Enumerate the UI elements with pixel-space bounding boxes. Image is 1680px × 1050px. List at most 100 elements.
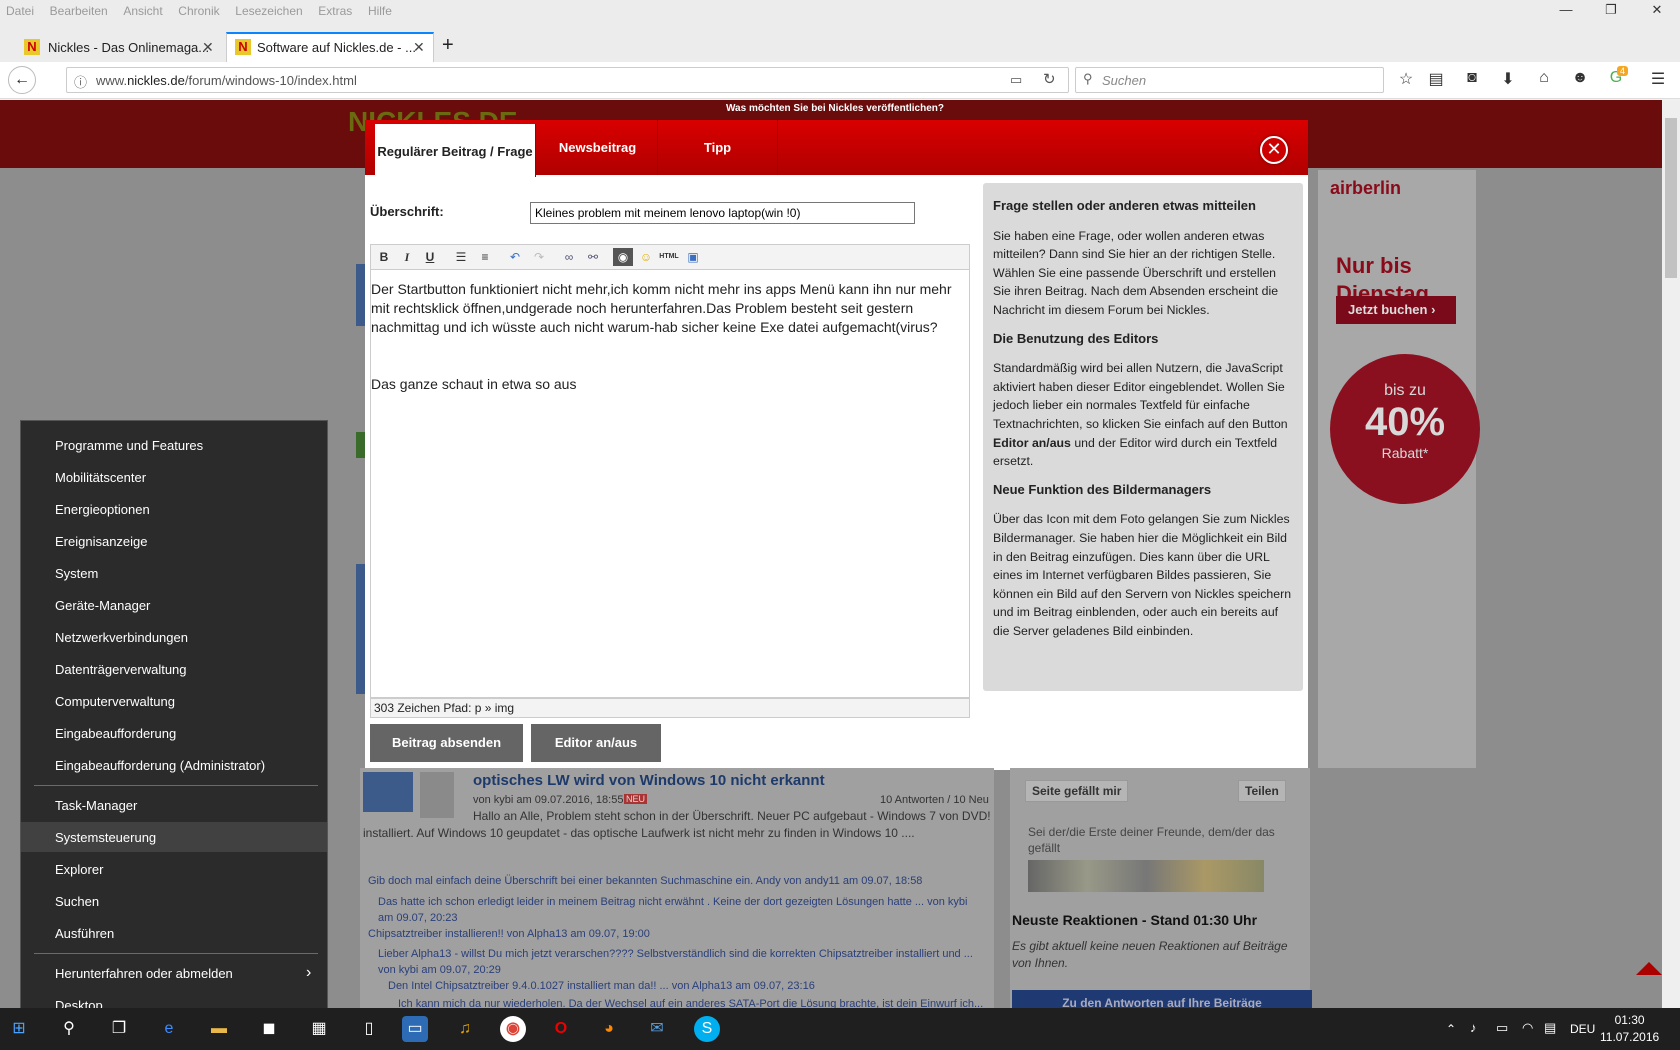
tab-tip[interactable]: Tipp xyxy=(658,120,778,175)
menu-chronik[interactable]: Chronik xyxy=(178,4,219,18)
menu-item-shutdown[interactable]: Herunterfahren oder abmelden xyxy=(21,958,327,988)
firefox-icon[interactable]: ◕ xyxy=(596,1016,622,1042)
menu-item-mobility[interactable]: Mobilitätscenter xyxy=(21,462,327,492)
reply-5[interactable]: Den Intel Chipsatztreiber 9.4.0.1027 ins… xyxy=(388,980,815,992)
bookmark-star-icon[interactable]: ☆ xyxy=(1394,69,1418,89)
like-button[interactable]: Seite gefällt mir xyxy=(1025,780,1129,802)
html-icon[interactable]: HTML xyxy=(659,248,679,266)
menu-item-task-manager[interactable]: Task-Manager xyxy=(21,790,327,820)
ad-cta-button[interactable]: Jetzt buchen › xyxy=(1336,296,1456,324)
reply-4[interactable]: Lieber Alpha13 - willst Du mich jetzt ve… xyxy=(378,946,978,978)
menu-item-search[interactable]: Suchen xyxy=(21,886,327,916)
friends-avatars[interactable] xyxy=(1028,860,1264,892)
smiley-icon[interactable]: ☺ xyxy=(636,248,656,266)
menu-item-system[interactable]: System xyxy=(21,558,327,588)
menu-item-cmd-admin[interactable]: Eingabeaufforderung (Administrator) xyxy=(21,750,327,780)
close-tab-icon[interactable]: ✕ xyxy=(413,39,425,56)
italic-icon[interactable]: I xyxy=(397,248,417,266)
clock[interactable]: 01:30 11.07.2016 xyxy=(1600,1012,1659,1046)
wifi-icon[interactable]: ◠ xyxy=(1522,1020,1533,1036)
reload-icon[interactable]: ↻ xyxy=(1043,70,1056,88)
close-window-button[interactable]: ✕ xyxy=(1634,2,1680,22)
language-indicator[interactable]: DEU xyxy=(1570,1022,1595,1036)
lenovo-icon[interactable]: ▭ xyxy=(402,1016,428,1042)
home-icon[interactable]: ⌂ xyxy=(1532,69,1556,87)
app-icon[interactable]: ▦ xyxy=(306,1016,332,1042)
menu-extras[interactable]: Extras xyxy=(318,4,352,18)
chrome-icon[interactable]: ◉ xyxy=(500,1016,526,1042)
skype-icon[interactable]: S xyxy=(694,1016,720,1042)
numbered-list-icon[interactable]: ≡ xyxy=(475,248,495,266)
tab-nickles[interactable]: N Nickles - Das Onlinemaga... ✕ xyxy=(24,34,224,62)
download-icon[interactable]: ⬇ xyxy=(1496,69,1520,89)
post-title[interactable]: optisches LW wird von Windows 10 nicht e… xyxy=(473,772,825,789)
menu-item-run[interactable]: Ausführen xyxy=(21,918,327,948)
chat-icon[interactable]: ☻ xyxy=(1568,69,1592,87)
minimize-button[interactable]: — xyxy=(1543,2,1589,22)
document-icon[interactable]: ▯ xyxy=(356,1016,382,1042)
back-icon[interactable]: ← xyxy=(8,66,36,94)
menu-bearbeiten[interactable]: Bearbeiten xyxy=(50,4,108,18)
menu-item-computer-mgmt[interactable]: Computerverwaltung xyxy=(21,686,327,716)
redo-icon[interactable]: ↷ xyxy=(529,248,549,266)
pocket-icon[interactable]: ◙ xyxy=(1460,69,1484,87)
editor-content[interactable]: Der Startbutton funktioniert nicht mehr,… xyxy=(371,280,961,394)
heading-input[interactable] xyxy=(530,202,915,224)
menu-ansicht[interactable]: Ansicht xyxy=(123,4,162,18)
volume-icon[interactable]: ♪ xyxy=(1470,1020,1477,1035)
search-icon[interactable]: ⚲ xyxy=(56,1016,82,1042)
info-icon[interactable]: ⓘ xyxy=(74,72,87,91)
task-view-icon[interactable]: ❐ xyxy=(106,1016,132,1042)
battery-icon[interactable]: ▭ xyxy=(1496,1020,1508,1036)
answers-button[interactable]: Zu den Antworten auf Ihre Beiträge xyxy=(1012,990,1312,1008)
post-thumbnail[interactable] xyxy=(363,772,413,812)
menu-hilfe[interactable]: Hilfe xyxy=(368,4,392,18)
store-icon[interactable]: ◼ xyxy=(256,1016,282,1042)
camera-icon[interactable]: ◉ xyxy=(613,248,633,266)
paste-icon[interactable]: ▣ xyxy=(683,248,703,266)
underline-icon[interactable]: U xyxy=(420,248,440,266)
menu-lesezeichen[interactable]: Lesezeichen xyxy=(235,4,302,18)
opera-icon[interactable]: O xyxy=(548,1016,574,1042)
bold-icon[interactable]: B xyxy=(374,248,394,266)
thunderbird-icon[interactable]: ✉ xyxy=(644,1016,670,1042)
menu-item-control-panel[interactable]: Systemsteuerung xyxy=(21,822,327,852)
menu-item-cmd[interactable]: Eingabeaufforderung xyxy=(21,718,327,748)
reader-view-icon[interactable]: ▭ xyxy=(1010,72,1022,88)
notifications-icon[interactable]: ▤ xyxy=(1544,1020,1556,1036)
restore-button[interactable]: ❐ xyxy=(1588,2,1634,22)
start-icon[interactable]: ⊞ xyxy=(6,1016,32,1042)
menu-item-power[interactable]: Energieoptionen xyxy=(21,494,327,524)
reply-1[interactable]: Gib doch mal einfach deine Überschrift b… xyxy=(368,875,922,887)
reply-2[interactable]: Das hatte ich schon erledigt leider in m… xyxy=(378,894,978,926)
menu-item-device-manager[interactable]: Geräte-Manager xyxy=(21,590,327,620)
link-icon[interactable]: ∞ xyxy=(559,248,579,266)
reply-3[interactable]: Chipsatztreiber installieren!! von Alpha… xyxy=(368,928,650,940)
editor-toggle-button[interactable]: Editor an/aus xyxy=(531,724,661,762)
new-tab-icon[interactable]: + xyxy=(442,34,454,62)
edge-icon[interactable]: e xyxy=(156,1016,182,1042)
menu-item-events[interactable]: Ereignisanzeige xyxy=(21,526,327,556)
tab-software[interactable]: N Software auf Nickles.de - ... ✕ xyxy=(226,32,434,62)
menu-datei[interactable]: Datei xyxy=(6,4,34,18)
tab-news-post[interactable]: Newsbeitrag xyxy=(538,120,658,175)
menu-item-disk[interactable]: Datenträgerverwaltung xyxy=(21,654,327,684)
tray-chevron-icon[interactable]: ⌃ xyxy=(1446,1022,1456,1036)
menu-item-explorer[interactable]: Explorer xyxy=(21,854,327,884)
scroll-top-icon[interactable] xyxy=(1636,962,1662,975)
unlink-icon[interactable]: ⚯ xyxy=(583,248,603,266)
undo-icon[interactable]: ↶ xyxy=(505,248,525,266)
headphones-icon[interactable]: ♫ xyxy=(452,1016,478,1042)
hamburger-menu-icon[interactable]: ☰ xyxy=(1646,69,1670,89)
file-explorer-icon[interactable]: ▬ xyxy=(206,1016,232,1042)
bookmarks-list-icon[interactable]: ▤ xyxy=(1424,69,1448,89)
submit-post-button[interactable]: Beitrag absenden xyxy=(370,724,523,762)
menu-item-programs[interactable]: Programme und Features xyxy=(21,430,327,460)
share-button[interactable]: Teilen xyxy=(1238,780,1286,802)
dialog-close-icon[interactable]: ✕ xyxy=(1260,136,1288,164)
menu-item-network[interactable]: Netzwerkverbindungen xyxy=(21,622,327,652)
scrollbar-thumb[interactable] xyxy=(1665,118,1677,278)
bullet-list-icon[interactable]: ☰ xyxy=(451,248,471,266)
tab-regular-post[interactable]: Regulärer Beitrag / Frage xyxy=(375,124,536,177)
close-tab-icon[interactable]: ✕ xyxy=(202,39,214,56)
